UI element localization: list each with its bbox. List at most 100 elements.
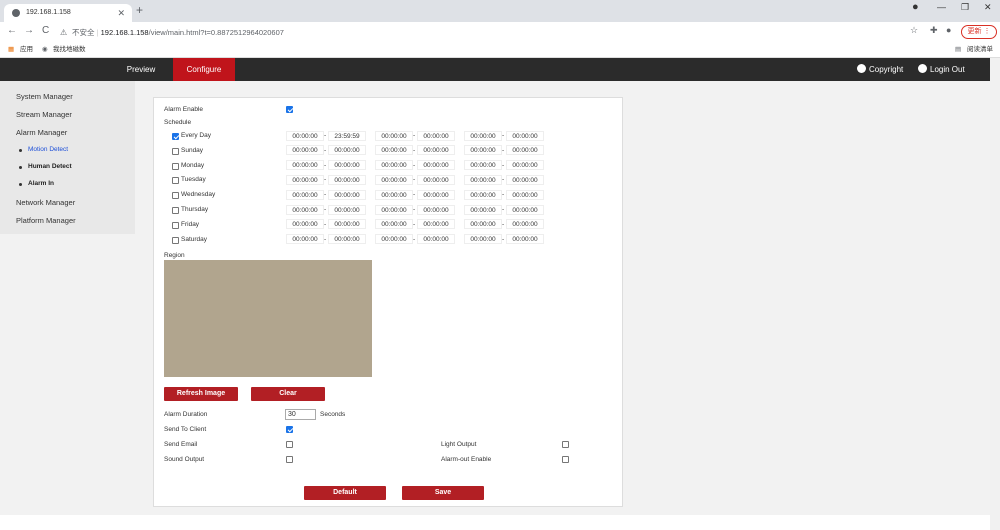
new-tab-button[interactable]: + [136, 3, 143, 17]
time-input[interactable]: 00:00:00 [464, 234, 502, 245]
time-input[interactable]: 00:00:00 [464, 204, 502, 215]
sidebar-item-system[interactable]: System Manager [16, 92, 73, 101]
time-input[interactable]: 00:00:00 [375, 234, 413, 245]
alarm-out-enable-checkbox[interactable] [562, 456, 569, 463]
sidebar-item-alarm[interactable]: Alarm Manager [16, 128, 67, 137]
day-checkbox[interactable] [172, 162, 179, 170]
profile-circle-icon[interactable]: ● [912, 1, 919, 13]
send-email-checkbox[interactable] [286, 441, 293, 448]
alarm-duration-input[interactable]: 30 [285, 409, 316, 420]
send-to-client-checkbox[interactable] [286, 426, 293, 433]
time-input[interactable]: 00:00:00 [328, 234, 366, 245]
time-input[interactable]: 00:00:00 [417, 160, 455, 171]
time-input[interactable]: 00:00:00 [506, 204, 544, 215]
day-checkbox[interactable] [172, 177, 179, 185]
time-input[interactable]: 00:00:00 [286, 204, 324, 215]
bookmark-item[interactable]: 我找地磁数 [53, 43, 86, 57]
region-image[interactable] [164, 260, 372, 377]
time-input[interactable]: 00:00:00 [506, 234, 544, 245]
default-button[interactable]: Default [304, 486, 386, 500]
reload-icon[interactable]: C [42, 25, 49, 36]
time-input[interactable]: 00:00:00 [506, 174, 544, 185]
apps-grid-icon[interactable]: ▦ [8, 43, 14, 57]
time-input[interactable]: 00:00:00 [328, 174, 366, 185]
sidebar-item-network[interactable]: Network Manager [16, 198, 75, 207]
logout-link[interactable]: Login Out [918, 58, 965, 81]
time-input[interactable]: 00:00:00 [417, 234, 455, 245]
restore-icon[interactable]: ❐ [961, 2, 969, 13]
bookmark-apps[interactable]: 应用 [20, 43, 33, 57]
time-input[interactable]: 00:00:00 [506, 219, 544, 230]
time-input[interactable]: 00:00:00 [286, 145, 324, 156]
time-input[interactable]: 00:00:00 [286, 130, 324, 141]
update-button[interactable]: 更新 ⋮ [961, 25, 997, 39]
day-checkbox[interactable] [172, 147, 179, 155]
window-close-icon[interactable]: ✕ [984, 2, 992, 13]
time-input[interactable]: 00:00:00 [375, 204, 413, 215]
refresh-image-button[interactable]: Refresh Image [164, 387, 238, 401]
sidebar-subitem-human-detect[interactable]: Human Detect [19, 163, 72, 170]
extensions-icon[interactable]: ✚ [930, 25, 938, 36]
back-icon[interactable]: ← [7, 25, 17, 36]
save-button[interactable]: Save [402, 486, 484, 500]
time-input[interactable]: 00:00:00 [417, 145, 455, 156]
time-input[interactable]: 00:00:00 [375, 130, 413, 141]
day-checkbox[interactable] [172, 207, 179, 214]
time-input[interactable]: 00:00:00 [286, 219, 324, 230]
sidebar-item-platform[interactable]: Platform Manager [16, 216, 76, 225]
clear-button[interactable]: Clear [251, 387, 325, 401]
time-input[interactable]: 00:00:00 [328, 189, 366, 200]
day-checkbox[interactable] [172, 236, 179, 244]
account-icon[interactable]: ● [946, 25, 951, 35]
day-checkbox[interactable] [172, 192, 179, 200]
time-input[interactable]: 00:00:00 [506, 189, 544, 200]
time-input[interactable]: 00:00:00 [464, 145, 502, 156]
time-input[interactable]: 00:00:00 [464, 174, 502, 185]
time-input[interactable]: 00:00:00 [328, 145, 366, 156]
time-input[interactable]: 00:00:00 [464, 160, 502, 171]
reading-list-icon[interactable]: ▤ [955, 43, 961, 57]
time-input[interactable]: 23:59:59 [328, 130, 366, 141]
time-input[interactable]: 00:00:00 [375, 160, 413, 171]
time-input[interactable]: 00:00:00 [328, 219, 366, 230]
url-field[interactable]: ⚠ 不安全 | 192.168.1.158/view/main.html?t=0… [58, 25, 926, 40]
time-input[interactable]: 00:00:00 [417, 219, 455, 230]
time-input[interactable]: 00:00:00 [417, 130, 455, 141]
copyright-link[interactable]: Copyright [857, 58, 903, 81]
time-input[interactable]: 00:00:00 [464, 189, 502, 200]
time-input[interactable]: 00:00:00 [286, 160, 324, 171]
time-input[interactable]: 00:00:00 [286, 189, 324, 200]
time-input[interactable]: 00:00:00 [375, 174, 413, 185]
time-input[interactable]: 00:00:00 [286, 234, 324, 245]
time-input[interactable]: 00:00:00 [506, 160, 544, 171]
scrollbar[interactable] [990, 58, 1000, 530]
sidebar-subitem-alarm-in[interactable]: Alarm In [18, 180, 54, 187]
time-input[interactable]: 00:00:00 [506, 130, 544, 141]
time-input[interactable]: 00:00:00 [506, 145, 544, 156]
menu-configure[interactable]: Configure [173, 58, 235, 81]
forward-icon[interactable]: → [24, 25, 34, 36]
day-checkbox[interactable] [172, 133, 179, 140]
time-input[interactable]: 00:00:00 [375, 189, 413, 200]
time-input[interactable]: 00:00:00 [328, 160, 366, 171]
day-checkbox[interactable] [172, 221, 179, 229]
time-input[interactable]: 00:00:00 [286, 174, 324, 185]
sidebar-subitem-motion-detect[interactable]: Motion Detect [18, 146, 68, 153]
time-input[interactable]: 00:00:00 [417, 189, 455, 200]
close-tab-icon[interactable]: ✕ [117, 4, 125, 22]
light-output-checkbox[interactable] [562, 441, 569, 448]
star-icon[interactable]: ☆ [910, 25, 918, 36]
sound-output-checkbox[interactable] [286, 456, 293, 463]
alarm-enable-checkbox[interactable] [286, 106, 293, 113]
sidebar-item-stream[interactable]: Stream Manager [16, 110, 72, 119]
time-input[interactable]: 00:00:00 [417, 204, 455, 215]
menu-preview[interactable]: Preview [110, 58, 172, 81]
time-input[interactable]: 00:00:00 [417, 174, 455, 185]
time-input[interactable]: 00:00:00 [375, 145, 413, 156]
time-input[interactable]: 00:00:00 [375, 219, 413, 230]
time-input[interactable]: 00:00:00 [328, 204, 366, 215]
time-input[interactable]: 00:00:00 [464, 130, 502, 141]
reading-list-label[interactable]: 阅读清单 [967, 43, 993, 57]
browser-tab[interactable]: 192.168.1.158 ✕ [4, 4, 132, 22]
time-input[interactable]: 00:00:00 [464, 219, 502, 230]
